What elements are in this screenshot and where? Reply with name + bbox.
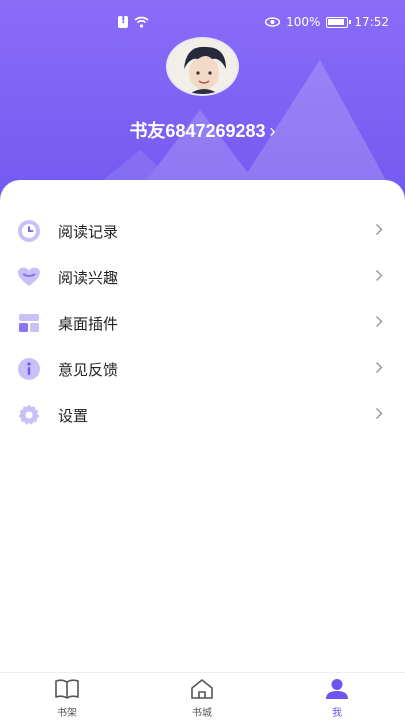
menu-item-label: 阅读记录 <box>58 222 119 241</box>
menu-item-label: 意见反馈 <box>58 360 119 379</box>
tab-label: 书城 <box>192 708 212 719</box>
person-icon <box>307 677 367 701</box>
menu-item-feedback[interactable]: 意见反馈 <box>0 346 405 392</box>
battery-icon <box>326 16 352 28</box>
avatar[interactable] <box>166 37 239 96</box>
menu-item-label: 阅读兴趣 <box>58 268 119 287</box>
battery-percent: 100% <box>286 15 321 29</box>
tab-bookshelf[interactable]: 书架 <box>37 677 97 719</box>
menu-item-reading-interest[interactable]: 阅读兴趣 <box>0 254 405 300</box>
chevron-right-icon <box>375 223 383 236</box>
menu-item-label: 桌面插件 <box>58 314 119 333</box>
tab-label: 我 <box>332 708 342 719</box>
heart-icon <box>17 265 41 289</box>
wifi-icon <box>134 16 149 28</box>
username-chevron-icon: › <box>269 121 276 141</box>
clock-icon <box>17 219 41 243</box>
menu-item-desktop-widget[interactable]: 桌面插件 <box>0 300 405 346</box>
eye-icon <box>265 17 281 27</box>
bottom-tab-bar: 书架 书城 我 <box>0 672 405 720</box>
chevron-right-icon <box>375 269 383 282</box>
chevron-right-icon <box>375 407 383 420</box>
clock-time: 17:52 <box>354 15 389 29</box>
tab-me[interactable]: 我 <box>307 677 367 719</box>
widget-icon <box>17 311 41 335</box>
menu-list: 阅读记录 阅读兴趣 桌面插件 意见反馈 设置 <box>0 208 405 438</box>
tab-bookstore[interactable]: 书城 <box>172 677 232 719</box>
menu-panel: 阅读记录 阅读兴趣 桌面插件 意见反馈 设置 <box>0 180 405 672</box>
menu-item-label: 设置 <box>58 406 89 425</box>
gear-icon <box>17 403 41 427</box>
username-text: 书友6847269283 <box>129 121 266 141</box>
chevron-right-icon <box>375 361 383 374</box>
tab-label: 书架 <box>57 708 77 719</box>
menu-item-settings[interactable]: 设置 <box>0 392 405 438</box>
username[interactable]: 书友6847269283 › <box>0 117 405 143</box>
info-icon <box>17 357 41 381</box>
chevron-right-icon <box>375 315 383 328</box>
book-icon <box>37 677 97 701</box>
home-icon <box>172 677 232 701</box>
sim-alert-icon <box>118 15 128 28</box>
menu-item-reading-history[interactable]: 阅读记录 <box>0 208 405 254</box>
